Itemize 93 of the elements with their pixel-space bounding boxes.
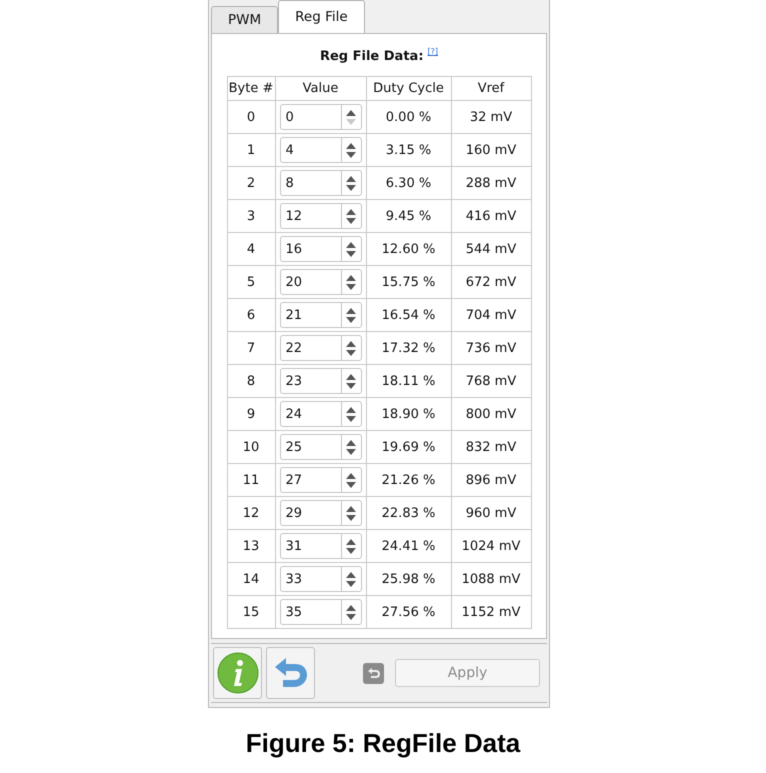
table-cell: 832 mV bbox=[451, 430, 531, 464]
table-cell: 12 bbox=[227, 496, 275, 530]
table-cell: 13 bbox=[227, 530, 275, 562]
table-cell: 288 mV bbox=[451, 166, 531, 200]
table-cell: 25.98 % bbox=[366, 562, 451, 596]
table-cell: 2 bbox=[227, 166, 275, 200]
table-cell: 3.15 % bbox=[366, 134, 451, 166]
tab[interactable]: Reg File bbox=[278, 0, 365, 33]
spin-buttons[interactable] bbox=[340, 269, 362, 295]
info-icon bbox=[216, 652, 258, 694]
spin-buttons[interactable] bbox=[340, 500, 362, 526]
table-cell: 160 mV bbox=[451, 134, 531, 166]
table-cell: 704 mV bbox=[451, 298, 531, 332]
table-cell: 960 mV bbox=[451, 496, 531, 530]
table-cell: 800 mV bbox=[451, 398, 531, 430]
figure-caption: Figure 5: RegFile Data bbox=[246, 728, 520, 759]
spin-buttons[interactable] bbox=[340, 566, 362, 592]
info-button[interactable] bbox=[213, 647, 262, 699]
table-cell: 5 bbox=[227, 266, 275, 298]
spin-buttons[interactable] bbox=[340, 203, 362, 229]
table-cell: 7 bbox=[227, 332, 275, 364]
table-cell: 6 bbox=[227, 298, 275, 332]
column-header: Byte # bbox=[227, 76, 275, 100]
table-cell: 24.41 % bbox=[366, 530, 451, 562]
section-title: Reg File Data: bbox=[320, 49, 424, 64]
column-header: Vref bbox=[451, 76, 531, 100]
value-field[interactable]: 8 bbox=[280, 170, 340, 196]
table-cell: 1 bbox=[227, 134, 275, 166]
table-cell: 736 mV bbox=[451, 332, 531, 364]
spin-buttons[interactable] bbox=[340, 599, 362, 625]
table-cell: 22.83 % bbox=[366, 496, 451, 530]
table-cell: 10 bbox=[227, 430, 275, 464]
value-field[interactable]: 29 bbox=[280, 500, 340, 526]
spin-buttons[interactable] bbox=[340, 401, 362, 427]
table-cell: 12.60 % bbox=[366, 232, 451, 266]
table-cell: 21.26 % bbox=[366, 464, 451, 496]
table-cell: 27.56 % bbox=[366, 596, 451, 628]
value-field[interactable]: 12 bbox=[280, 203, 340, 229]
revert-icon[interactable] bbox=[363, 662, 384, 684]
undo-button[interactable] bbox=[266, 647, 315, 699]
table-cell: 544 mV bbox=[451, 232, 531, 266]
table-cell: 9.45 % bbox=[366, 200, 451, 232]
value-field[interactable]: 27 bbox=[280, 467, 340, 493]
spin-buttons[interactable] bbox=[340, 170, 362, 196]
table-cell: 15.75 % bbox=[366, 266, 451, 298]
tab[interactable]: PWM bbox=[211, 6, 278, 33]
table-cell: 8 bbox=[227, 364, 275, 398]
value-field[interactable]: 0 bbox=[280, 104, 340, 130]
value-field[interactable]: 20 bbox=[280, 269, 340, 295]
value-field[interactable]: 21 bbox=[280, 302, 340, 328]
table-cell: 11 bbox=[227, 464, 275, 496]
table-cell: 32 mV bbox=[451, 100, 531, 134]
table-cell: 896 mV bbox=[451, 464, 531, 496]
help-link[interactable]: [?] bbox=[428, 47, 438, 56]
spin-buttons[interactable] bbox=[340, 533, 362, 559]
table-cell: 1024 mV bbox=[451, 530, 531, 562]
table-cell: 3 bbox=[227, 200, 275, 232]
spin-buttons[interactable] bbox=[340, 434, 362, 460]
undo-arrow-icon bbox=[272, 657, 308, 689]
spin-buttons[interactable] bbox=[340, 137, 362, 163]
spin-buttons[interactable] bbox=[340, 368, 362, 394]
table-cell: 18.90 % bbox=[366, 398, 451, 430]
value-field[interactable]: 25 bbox=[280, 434, 340, 460]
table-cell: 0.00 % bbox=[366, 100, 451, 134]
value-field[interactable]: 22 bbox=[280, 335, 340, 361]
table-cell: 4 bbox=[227, 232, 275, 266]
spin-buttons[interactable] bbox=[340, 302, 362, 328]
table-cell: 18.11 % bbox=[366, 364, 451, 398]
table-cell: 0 bbox=[227, 100, 275, 134]
table-cell: 19.69 % bbox=[366, 430, 451, 464]
column-header: Value bbox=[275, 76, 366, 100]
value-field[interactable]: 24 bbox=[280, 401, 340, 427]
value-field[interactable]: 31 bbox=[280, 533, 340, 559]
value-field[interactable]: 35 bbox=[280, 599, 340, 625]
table-cell: 17.32 % bbox=[366, 332, 451, 364]
table-cell: 6.30 % bbox=[366, 166, 451, 200]
table-cell: 1152 mV bbox=[451, 596, 531, 628]
value-field[interactable]: 23 bbox=[280, 368, 340, 394]
spin-buttons[interactable] bbox=[340, 236, 362, 262]
spin-buttons[interactable] bbox=[340, 335, 362, 361]
table-cell: 768 mV bbox=[451, 364, 531, 398]
table-cell: 9 bbox=[227, 398, 275, 430]
spin-buttons[interactable] bbox=[340, 467, 362, 493]
value-field[interactable]: 33 bbox=[280, 566, 340, 592]
table-cell: 15 bbox=[227, 596, 275, 628]
table-cell: 16.54 % bbox=[366, 298, 451, 332]
column-header: Duty Cycle bbox=[366, 76, 451, 100]
table-cell: 1088 mV bbox=[451, 562, 531, 596]
table-cell: 672 mV bbox=[451, 266, 531, 298]
table-cell: 416 mV bbox=[451, 200, 531, 232]
table-cell: 14 bbox=[227, 562, 275, 596]
value-field[interactable]: 4 bbox=[280, 137, 340, 163]
value-field[interactable]: 16 bbox=[280, 236, 340, 262]
